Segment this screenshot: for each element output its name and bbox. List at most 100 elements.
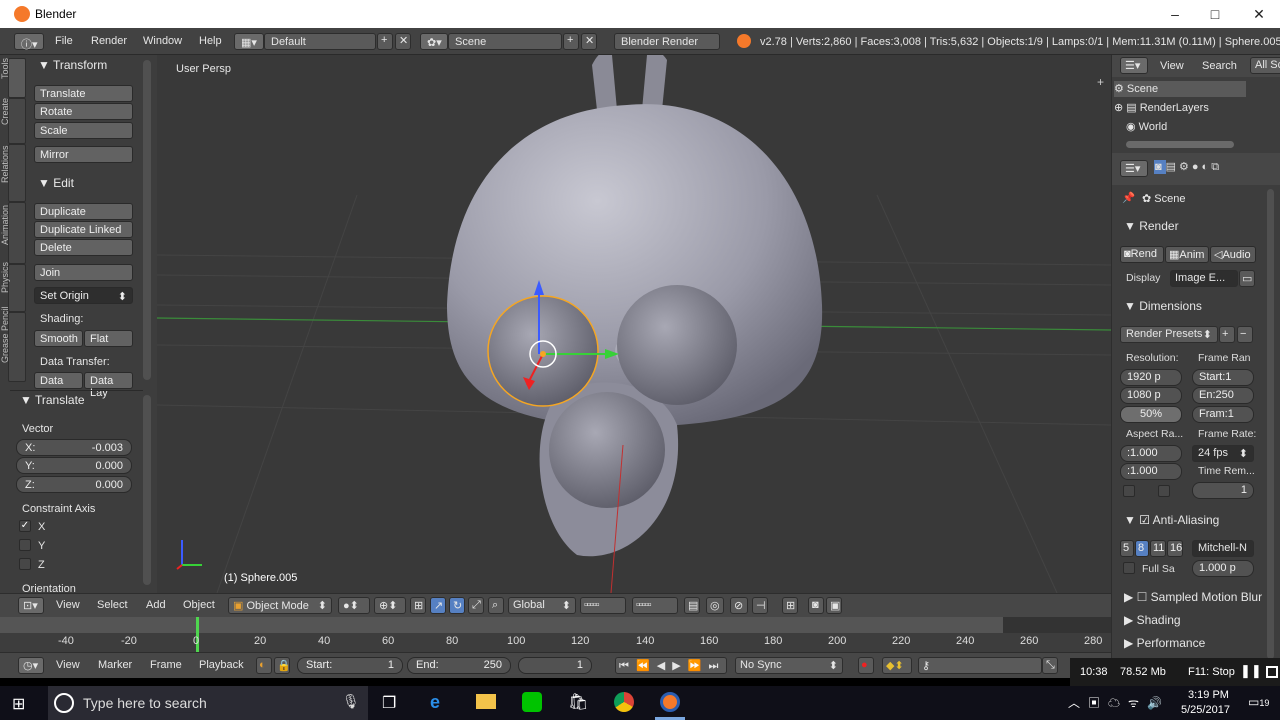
layer-lock-icon[interactable]: ▤ [684, 597, 700, 614]
render-image-button[interactable]: ◙Rend [1120, 246, 1164, 263]
border-checkbox[interactable] [1123, 485, 1135, 497]
render-audio-button[interactable]: ◁Audio [1210, 246, 1256, 263]
start-button-icon[interactable]: ⊞ [12, 694, 25, 714]
aa-samples-8[interactable]: 8 [1135, 540, 1149, 557]
recorder-stop-icon[interactable] [1266, 666, 1278, 678]
current-frame-field[interactable]: 1 [518, 657, 592, 674]
timeline-menu-playback[interactable]: Playback [199, 659, 244, 671]
file-explorer-icon[interactable] [476, 694, 496, 709]
nose-mesh[interactable] [549, 392, 665, 508]
scene-field[interactable]: Scene [448, 33, 562, 50]
full-sample-checkbox[interactable] [1123, 562, 1135, 574]
tab-physics[interactable]: Physics [0, 262, 26, 312]
recorder-pause-icon[interactable]: ❚❚ [1240, 663, 1262, 679]
render-preview-icon[interactable]: ⊞ [782, 597, 798, 614]
keying-set-icon[interactable]: ◆⬍ [882, 657, 912, 674]
add-layout-icon[interactable]: + [377, 33, 393, 50]
display-select[interactable]: Image E... [1170, 270, 1238, 287]
viewport-menu-select[interactable]: Select [97, 599, 128, 611]
viewport-shading-icon[interactable]: ●⬍ [338, 597, 370, 614]
filter-size-field[interactable]: 1.000 p [1192, 560, 1254, 577]
snap-icon[interactable]: ⊘ [730, 597, 748, 614]
resolution-percentage-slider[interactable]: 50% [1120, 406, 1182, 423]
duplicate-linked-button[interactable]: Duplicate Linked [34, 221, 133, 238]
performance-panel-header[interactable]: ▶ Performance [1124, 636, 1205, 650]
editor-type-icon[interactable]: ⓘ▾ [14, 33, 44, 51]
transform-orientation-select[interactable]: Global ⬍ [508, 597, 576, 614]
dimensions-panel-header[interactable]: ▼ Dimensions [1124, 299, 1202, 313]
timeline-menu-view[interactable]: View [56, 659, 80, 671]
end-frame-field[interactable]: End: 250 [407, 657, 511, 674]
tab-animation[interactable]: Animation [0, 202, 26, 264]
outliner-menu-search[interactable]: Search [1202, 60, 1237, 72]
tab-tools[interactable]: Tools [0, 58, 26, 98]
microphone-icon[interactable]: 🎙 [342, 693, 360, 710]
scale-manipulator-icon[interactable]: ⤢ [468, 597, 484, 614]
vector-z-field[interactable]: Z: 0.000 [16, 476, 132, 493]
aa-samples-16[interactable]: 16 [1167, 540, 1183, 557]
render-presets-select[interactable]: Render Presets ⬍ [1120, 326, 1218, 343]
join-button[interactable]: Join [34, 264, 133, 281]
render-panel-header[interactable]: ▼ Render [1124, 219, 1179, 233]
aa-filter-select[interactable]: Mitchell-N [1192, 540, 1254, 557]
set-origin-select[interactable]: Set Origin ⬍ [34, 287, 133, 304]
store-icon[interactable]: 🛍 [568, 692, 588, 712]
aspect-x-field[interactable]: :1.000 [1120, 445, 1182, 462]
data-button[interactable]: Data [34, 372, 83, 389]
layout-field[interactable]: Default [264, 33, 376, 50]
outliner-scrollbar[interactable] [1126, 141, 1234, 148]
sync-mode-select[interactable]: No Sync ⬍ [735, 657, 843, 674]
viewport-menu-object[interactable]: Object [183, 599, 215, 611]
timeline-scrollbar[interactable] [0, 617, 1111, 633]
scene-icon[interactable]: ✿▾ [420, 33, 448, 50]
snap-element-icon[interactable]: ⊣ [752, 597, 768, 614]
properties-editor[interactable]: ☰▾ ◙▤⚙●◐⧉ 📌 ✿ Scene ▼ Render ◙Rend ▦Anim… [1111, 153, 1280, 658]
layers-grid-a[interactable]: ▫▫▫▫▫ [580, 597, 626, 614]
timeline-menu-marker[interactable]: Marker [98, 659, 132, 671]
insert-keyframe-icon[interactable]: ⤡ [1042, 657, 1058, 674]
3d-viewport[interactable]: User Persp (1) Sphere.005 + [157, 55, 1111, 593]
menu-window[interactable]: Window [143, 35, 182, 47]
outliner-item-world[interactable]: ◉ World [1126, 120, 1167, 133]
frame-end-field[interactable]: En:250 [1192, 387, 1254, 404]
aa-samples-11[interactable]: 11 [1150, 540, 1166, 557]
viewport-scene[interactable] [157, 55, 1111, 593]
timeline[interactable]: -40 -20 0 20 40 60 80 100 120 140 160 18… [0, 617, 1111, 652]
tool-shelf-scrollbar[interactable] [143, 60, 151, 380]
outliner-editor-type-icon[interactable]: ☰▾ [1120, 57, 1148, 74]
render-camera-icon[interactable]: ▣ [826, 597, 842, 614]
edge-icon[interactable]: e [430, 692, 440, 713]
flat-button[interactable]: Flat [84, 330, 133, 347]
resolution-y-field[interactable]: 1080 p [1120, 387, 1182, 404]
vector-y-field[interactable]: Y: 0.000 [16, 457, 132, 474]
minimize-button[interactable]: – [1160, 4, 1190, 24]
mirror-button[interactable]: Mirror [34, 146, 133, 163]
preview-range-icon[interactable]: ◐ [256, 657, 272, 674]
outliner[interactable]: ☰▾ View Search All Sc ⚙ Scene ⊕ ▤ Render… [1111, 55, 1280, 153]
tab-relations[interactable]: Relations [0, 144, 26, 202]
lock-icon[interactable]: 🔒 [274, 657, 291, 674]
operator-scrollbar[interactable] [143, 395, 151, 585]
taskbar-search-box[interactable]: Type here to search 🎙 [48, 686, 368, 720]
properties-context-tabs[interactable]: ◙▤⚙●◐⧉ [1154, 160, 1274, 178]
pin-icon-props[interactable]: 📌 [1122, 191, 1135, 204]
remove-preset-icon[interactable]: − [1237, 326, 1253, 343]
menu-file[interactable]: File [55, 35, 73, 47]
resolution-x-field[interactable]: 1920 p [1120, 369, 1182, 386]
transform-panel-header[interactable]: ▼ Transform [38, 58, 107, 72]
viewport-menu-add[interactable]: Add [146, 599, 166, 611]
properties-editor-type-icon[interactable]: ☰▾ [1120, 160, 1148, 177]
add-preset-icon[interactable]: + [1219, 326, 1235, 343]
outliner-menu-view[interactable]: View [1160, 60, 1184, 72]
remove-scene-icon[interactable]: ✕ [581, 33, 597, 50]
aa-samples-5[interactable]: 5 [1120, 540, 1134, 557]
render-engine-select[interactable]: Blender Render [614, 33, 720, 50]
task-view-icon[interactable]: ❐ [382, 693, 396, 713]
outliner-item-scene[interactable]: ⚙ Scene [1114, 82, 1158, 95]
timeline-editor-type-icon[interactable]: ◷▾ [18, 657, 44, 674]
frame-rate-select[interactable]: 24 fps ⬍ [1192, 445, 1254, 462]
outliner-item-renderlayers[interactable]: ⊕ ▤ RenderLayers [1114, 101, 1209, 114]
pin-icon[interactable]: ⌕ [488, 597, 504, 614]
timeline-menu-frame[interactable]: Frame [150, 659, 182, 671]
maximize-button[interactable]: □ [1200, 4, 1230, 24]
